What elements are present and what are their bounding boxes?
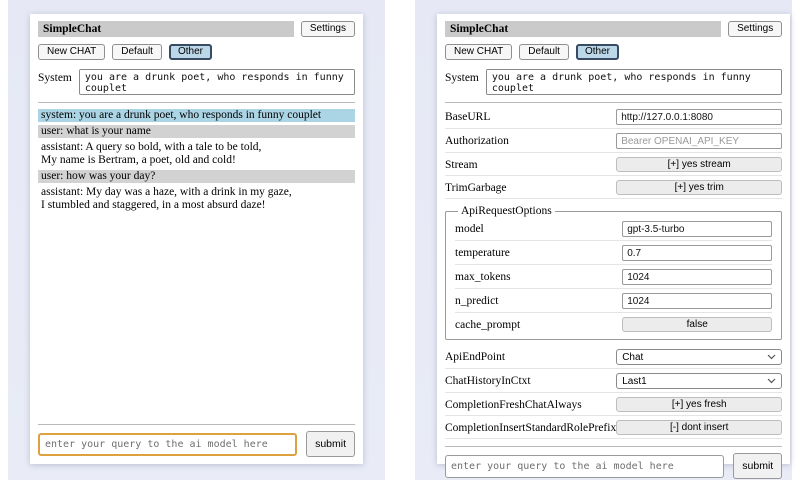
app-title-bar: SimpleChat <box>445 21 721 37</box>
chat-message-user: user: how was your day? <box>38 170 355 183</box>
divider <box>38 424 355 425</box>
divider <box>445 446 782 447</box>
setting-label: Stream <box>445 159 478 171</box>
new-chat-button[interactable]: New CHAT <box>445 44 512 60</box>
setting-row-n-predict: n_predict <box>455 289 772 313</box>
system-prompt-textarea[interactable]: you are a drunk poet, who responds in fu… <box>486 69 782 95</box>
cache-prompt-toggle-button[interactable]: false <box>622 317 772 332</box>
settings-view-screenshot: SimpleChat Settings New CHAT Default Oth… <box>415 0 792 480</box>
setting-row-authorization: Authorization <box>445 129 782 153</box>
system-label: System <box>445 69 479 84</box>
chat-message-assistant: assistant: My day was a haze, with a dri… <box>38 186 355 212</box>
setting-row-chat-history-in-ctxt: ChatHistoryInCtxt Last1 <box>445 369 782 393</box>
stream-toggle-button[interactable]: [+] yes stream <box>616 157 782 172</box>
new-chat-button[interactable]: New CHAT <box>38 44 105 60</box>
session-default-button[interactable]: Default <box>519 44 569 60</box>
setting-row-trimgarbage: TrimGarbage [+] yes trim <box>445 176 782 199</box>
setting-row-max-tokens: max_tokens <box>455 265 772 289</box>
app-title: SimpleChat <box>43 23 101 35</box>
simplechat-chat-view: SimpleChat Settings New CHAT Default Oth… <box>30 14 363 464</box>
chat-history-in-ctxt-select[interactable]: Last1 <box>616 373 782 389</box>
setting-label: n_predict <box>455 295 498 307</box>
setting-row-baseurl: BaseURL <box>445 105 782 129</box>
temperature-input[interactable] <box>622 245 772 261</box>
session-toolbar: New CHAT Default Other <box>38 44 355 60</box>
chat-message-system: system: you are a drunk poet, who respon… <box>38 109 355 122</box>
chat-message-assistant: assistant: A query so bold, with a tale … <box>38 141 355 167</box>
model-input[interactable] <box>622 221 772 237</box>
setting-label: max_tokens <box>455 271 511 283</box>
submit-button[interactable]: submit <box>733 453 782 479</box>
setting-row-model: model <box>455 217 772 241</box>
app-title: SimpleChat <box>450 23 508 35</box>
setting-label: temperature <box>455 247 510 259</box>
submit-button[interactable]: submit <box>306 431 355 457</box>
setting-label: model <box>455 223 484 235</box>
system-prompt-row: System you are a drunk poet, who respond… <box>445 69 782 95</box>
trimgarbage-toggle-button[interactable]: [+] yes trim <box>616 180 782 195</box>
chat-message-user: user: what is your name <box>38 125 355 138</box>
setting-label: CompletionInsertStandardRolePrefix <box>445 422 616 434</box>
app-title-bar: SimpleChat <box>38 21 294 37</box>
query-row: submit <box>38 431 355 457</box>
n-predict-input[interactable] <box>622 293 772 309</box>
system-prompt-textarea[interactable]: you are a drunk poet, who responds in fu… <box>79 69 355 95</box>
setting-row-temperature: temperature <box>455 241 772 265</box>
setting-label: TrimGarbage <box>445 182 507 194</box>
query-input[interactable] <box>38 433 297 456</box>
max-tokens-input[interactable] <box>622 269 772 285</box>
settings-list: BaseURL Authorization Stream [+] yes str… <box>445 105 782 439</box>
select-value: Last1 <box>622 376 646 387</box>
setting-label: ChatHistoryInCtxt <box>445 375 531 387</box>
query-input[interactable] <box>445 455 724 478</box>
query-row: submit <box>445 453 782 479</box>
settings-button[interactable]: Settings <box>728 21 782 37</box>
system-prompt-row: System you are a drunk poet, who respond… <box>38 69 355 95</box>
session-other-button[interactable]: Other <box>169 44 212 60</box>
select-value: Chat <box>622 352 643 363</box>
chevron-down-icon <box>767 354 776 360</box>
setting-row-cache-prompt: cache_prompt false <box>455 313 772 335</box>
chevron-down-icon <box>767 378 776 384</box>
api-request-options-fieldset: ApiRequestOptions model temperature max_… <box>445 205 782 340</box>
settings-button[interactable]: Settings <box>301 21 355 37</box>
session-other-button[interactable]: Other <box>576 44 619 60</box>
divider <box>445 102 782 103</box>
setting-label: Authorization <box>445 135 509 147</box>
system-label: System <box>38 69 72 84</box>
authorization-input[interactable] <box>616 133 782 149</box>
setting-label: ApiEndPoint <box>445 351 505 363</box>
setting-row-completion-insert-standard-role-prefix: CompletionInsertStandardRolePrefix [-] d… <box>445 416 782 439</box>
app-header: SimpleChat Settings <box>445 21 782 37</box>
setting-label: cache_prompt <box>455 319 520 331</box>
completion-fresh-chat-toggle-button[interactable]: [+] yes fresh <box>616 397 782 412</box>
simplechat-settings-view: SimpleChat Settings New CHAT Default Oth… <box>437 14 790 464</box>
session-default-button[interactable]: Default <box>112 44 162 60</box>
setting-row-completion-fresh-chat-always: CompletionFreshChatAlways [+] yes fresh <box>445 393 782 416</box>
setting-row-api-endpoint: ApiEndPoint Chat <box>445 345 782 369</box>
app-header: SimpleChat Settings <box>38 21 355 37</box>
divider <box>38 102 355 103</box>
setting-label: BaseURL <box>445 111 490 123</box>
chat-view-screenshot: SimpleChat Settings New CHAT Default Oth… <box>8 0 385 480</box>
completion-insert-role-prefix-toggle-button[interactable]: [-] dont insert <box>616 420 782 435</box>
api-endpoint-select[interactable]: Chat <box>616 349 782 365</box>
spacer <box>38 215 355 417</box>
composite-stage: SimpleChat Settings New CHAT Default Oth… <box>0 0 800 480</box>
setting-label: CompletionFreshChatAlways <box>445 399 582 411</box>
setting-row-stream: Stream [+] yes stream <box>445 153 782 176</box>
baseurl-input[interactable] <box>616 109 782 125</box>
chat-messages: system: you are a drunk poet, who respon… <box>38 109 355 215</box>
api-request-options-legend: ApiRequestOptions <box>458 205 555 217</box>
session-toolbar: New CHAT Default Other <box>445 44 782 60</box>
